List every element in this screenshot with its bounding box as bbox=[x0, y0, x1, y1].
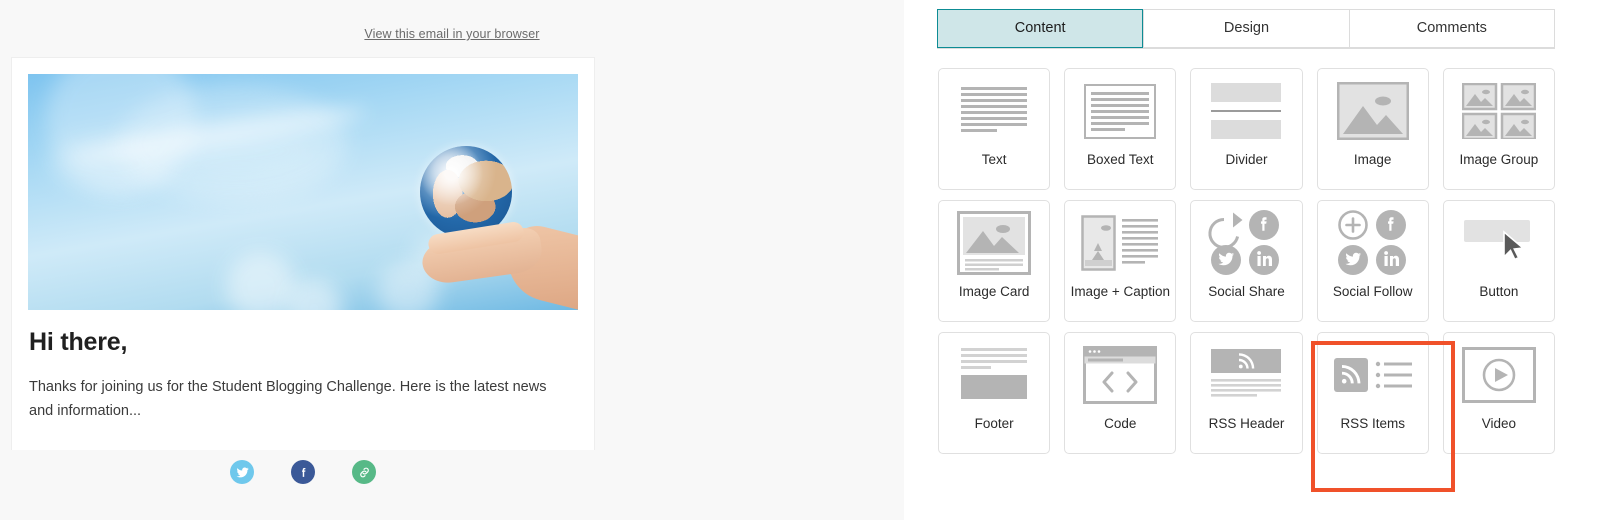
block-label: Image Card bbox=[958, 284, 1030, 299]
image-card-icon bbox=[939, 201, 1049, 285]
block-label: Social Share bbox=[1208, 284, 1285, 299]
browser-link-bar: View this email in your browser bbox=[0, 0, 904, 48]
video-icon bbox=[1444, 333, 1554, 417]
hero-image bbox=[28, 74, 578, 310]
text-lines-icon bbox=[939, 69, 1049, 153]
block-label: Image bbox=[1353, 152, 1392, 167]
tab-comments[interactable]: Comments bbox=[1348, 9, 1555, 48]
cloud-blob bbox=[118, 84, 348, 204]
email-content-card: Hi there, Thanks for joining us for the … bbox=[11, 57, 595, 450]
block-card-image-card[interactable]: Image Card bbox=[938, 200, 1051, 322]
block-card-image-group[interactable]: Image Group bbox=[1442, 68, 1555, 190]
block-label: Divider bbox=[1225, 152, 1268, 167]
social-share-icon bbox=[1191, 201, 1301, 285]
block-card-video[interactable]: Video bbox=[1442, 332, 1555, 454]
block-card-code[interactable]: Code bbox=[1064, 332, 1177, 454]
block-label: RSS Items bbox=[1340, 416, 1405, 431]
bokeh-blob bbox=[226, 252, 296, 310]
image-icon bbox=[1318, 69, 1428, 153]
block-card-button[interactable]: Button bbox=[1442, 200, 1555, 322]
panel-footer-hint bbox=[904, 512, 1591, 520]
footer-icon bbox=[939, 333, 1049, 417]
content-blocks-panel: Content Design Comments Text Boxed Text … bbox=[904, 0, 1591, 520]
block-card-image[interactable]: Image bbox=[1316, 68, 1429, 190]
block-card-divider[interactable]: Divider bbox=[1190, 68, 1303, 190]
block-label: Button bbox=[1479, 284, 1519, 299]
link-icon[interactable] bbox=[352, 460, 376, 484]
email-builder-screen: View this email in your browser Hi there… bbox=[0, 0, 1608, 520]
hand-illustration bbox=[418, 216, 578, 310]
social-follow-icon bbox=[1318, 201, 1428, 285]
twitter-icon[interactable] bbox=[230, 460, 254, 484]
image-group-icon bbox=[1444, 69, 1554, 153]
block-label: Image Group bbox=[1459, 152, 1539, 167]
rss-header-icon bbox=[1191, 333, 1301, 417]
block-label: Code bbox=[1104, 416, 1137, 431]
block-card-image-caption[interactable]: Image + Caption bbox=[1064, 200, 1177, 322]
view-in-browser-link[interactable]: View this email in your browser bbox=[364, 27, 539, 41]
email-greeting: Hi there, bbox=[29, 328, 128, 356]
code-icon bbox=[1065, 333, 1175, 417]
block-card-social-follow[interactable]: Social Follow bbox=[1316, 200, 1429, 322]
tab-design[interactable]: Design bbox=[1143, 9, 1349, 48]
email-preview-pane: View this email in your browser Hi there… bbox=[0, 0, 904, 520]
block-card-social-share[interactable]: Social Share bbox=[1190, 200, 1303, 322]
block-label: Video bbox=[1481, 416, 1517, 431]
panel-tabs: Content Design Comments bbox=[937, 9, 1555, 49]
block-card-rss-items[interactable]: RSS Items bbox=[1316, 332, 1429, 454]
rss-items-icon bbox=[1318, 333, 1428, 417]
block-label: Boxed Text bbox=[1087, 152, 1154, 167]
block-card-boxed-text[interactable]: Boxed Text bbox=[1064, 68, 1177, 190]
social-follow-row bbox=[11, 460, 595, 484]
content-blocks-grid: Text Boxed Text Divider Image Image Grou… bbox=[938, 68, 1555, 454]
block-card-footer[interactable]: Footer bbox=[938, 332, 1051, 454]
email-body: Hi there, Thanks for joining us for the … bbox=[12, 310, 594, 450]
block-label: Social Follow bbox=[1332, 284, 1413, 299]
block-card-rss-header[interactable]: RSS Header bbox=[1190, 332, 1303, 454]
block-label: Footer bbox=[974, 416, 1014, 431]
block-label: Image + Caption bbox=[1070, 284, 1170, 299]
tab-content[interactable]: Content bbox=[937, 9, 1144, 48]
facebook-icon[interactable] bbox=[291, 460, 315, 484]
image-caption-icon bbox=[1065, 201, 1175, 285]
email-paragraph: Thanks for joining us for the Student Bl… bbox=[29, 379, 547, 420]
block-label: RSS Header bbox=[1208, 416, 1285, 431]
block-label: Text bbox=[981, 152, 1007, 167]
boxed-text-icon bbox=[1065, 69, 1175, 153]
button-icon bbox=[1444, 201, 1554, 285]
divider-icon bbox=[1191, 69, 1301, 153]
block-card-text[interactable]: Text bbox=[938, 68, 1051, 190]
